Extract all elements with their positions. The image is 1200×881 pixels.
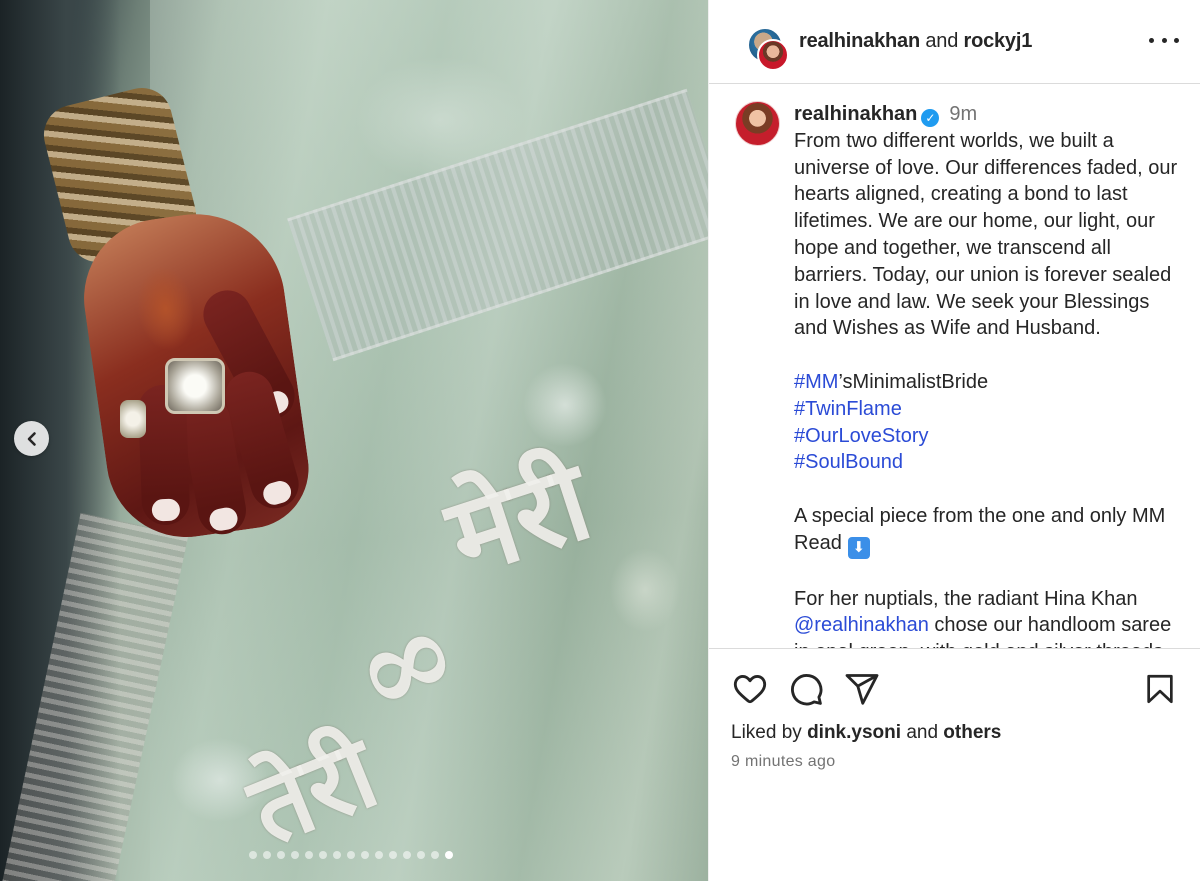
fingernail <box>207 505 240 533</box>
post-side-panel: realhinakhan and rockyj1 realhinakhan ✓ 9m… <box>708 0 1200 881</box>
liked-by-joiner: and <box>906 722 939 743</box>
carousel-dot <box>417 851 425 859</box>
more-horizontal-icon <box>1149 37 1154 43</box>
carousel-dot <box>361 851 369 859</box>
more-horizontal-icon <box>1174 37 1179 43</box>
avatar[interactable] <box>735 101 780 146</box>
caption-time: 9m <box>949 103 978 125</box>
hashtag-line: #TwinFlame <box>794 396 1183 423</box>
author-username-link[interactable]: realhinakhan <box>799 30 920 52</box>
hashtag-line: #MM’sMinimalistBride <box>794 369 1183 396</box>
collab-avatars[interactable] <box>733 15 789 71</box>
verified-badge-icon: ✓ <box>921 109 940 127</box>
hashtag-line: #SoulBound <box>794 449 1183 476</box>
post-authors: realhinakhan and rockyj1 <box>799 30 1032 53</box>
carousel-dot <box>431 851 439 859</box>
mention-link[interactable]: @realhinakhan <box>794 614 929 636</box>
carousel-dot <box>249 851 257 859</box>
caption-gap <box>794 342 1183 369</box>
carousel-dot <box>375 851 383 859</box>
liked-by-prefix: Liked by <box>731 722 802 743</box>
post-header: realhinakhan and rockyj1 <box>709 0 1200 84</box>
post-timestamp[interactable]: 9 minutes ago <box>731 753 1179 771</box>
carousel-dot <box>347 851 355 859</box>
carousel-dot <box>277 851 285 859</box>
instagram-post-modal: मेरी ∞ तेरी realhinakhan and rockyj1 rea… <box>0 0 1200 881</box>
caption-paragraph: For her nuptials, the radiant Hina Khan @… <box>794 586 1183 648</box>
caption-gap <box>794 476 1183 503</box>
hashtag-tail: ’sMinimalistBride <box>838 370 989 393</box>
save-button[interactable] <box>1141 670 1179 708</box>
share-button[interactable] <box>843 670 881 708</box>
carousel-dot <box>319 851 327 859</box>
carousel-indicator <box>0 851 705 859</box>
fingernail <box>151 498 181 522</box>
share-icon <box>845 674 879 705</box>
more-horizontal-icon <box>1161 37 1167 43</box>
post-actions: Liked by dink.ysoni and others 9 minutes… <box>709 648 1200 881</box>
avatar[interactable] <box>757 38 789 71</box>
like-button[interactable] <box>731 670 769 708</box>
liked-by-others-link[interactable]: others <box>943 722 1001 743</box>
small-ring <box>120 400 146 438</box>
caption-gap <box>794 559 1183 586</box>
caption-paragraph: From two different worlds, we built a un… <box>794 129 1183 340</box>
caption-body: realhinakhan ✓ 9m From two different world… <box>794 101 1183 648</box>
comment-button[interactable] <box>787 670 825 708</box>
carousel-dot <box>333 851 341 859</box>
bookmark-icon <box>1147 674 1173 704</box>
caption-paragraph: A special piece from the one and only MM… <box>794 503 1183 559</box>
hashtag-link[interactable]: #MM <box>794 371 838 393</box>
hashtag-link[interactable]: #OurLoveStory <box>794 425 929 447</box>
carousel-dot <box>445 851 453 859</box>
hashtag-link[interactable]: #SoulBound <box>794 451 903 473</box>
hashtag-line: #OurLoveStory <box>794 423 1183 450</box>
carousel-dot <box>403 851 411 859</box>
liked-by: Liked by dink.ysoni and others <box>731 721 1179 745</box>
caption: realhinakhan ✓ 9m From two different world… <box>735 101 1183 648</box>
more-options-button[interactable] <box>1149 28 1179 52</box>
liked-by-user-link[interactable]: dink.ysoni <box>807 722 901 743</box>
fingernail <box>260 478 294 508</box>
caption-username-link[interactable]: realhinakhan <box>794 103 917 125</box>
chevron-left-icon <box>27 431 36 446</box>
post-media[interactable]: मेरी ∞ तेरी <box>0 0 708 881</box>
caption-text: For her nuptials, the radiant Hina Khan <box>794 587 1138 610</box>
comment-icon <box>791 674 823 706</box>
author-joiner: and <box>925 30 959 52</box>
hashtag-link[interactable]: #TwinFlame <box>794 398 902 420</box>
kundan-ring <box>165 358 225 414</box>
caption-scroll-area[interactable]: realhinakhan ✓ 9m From two different world… <box>709 85 1200 648</box>
down-arrow-emoji-icon: ⬇ <box>847 536 870 559</box>
carousel-dot <box>305 851 313 859</box>
carousel-dot <box>291 851 299 859</box>
carousel-prev-button[interactable] <box>14 421 49 456</box>
action-bar <box>731 649 1179 729</box>
author-username-link[interactable]: rockyj1 <box>963 30 1032 52</box>
carousel-dot <box>389 851 397 859</box>
heart-icon <box>733 674 767 704</box>
carousel-dot <box>263 851 271 859</box>
